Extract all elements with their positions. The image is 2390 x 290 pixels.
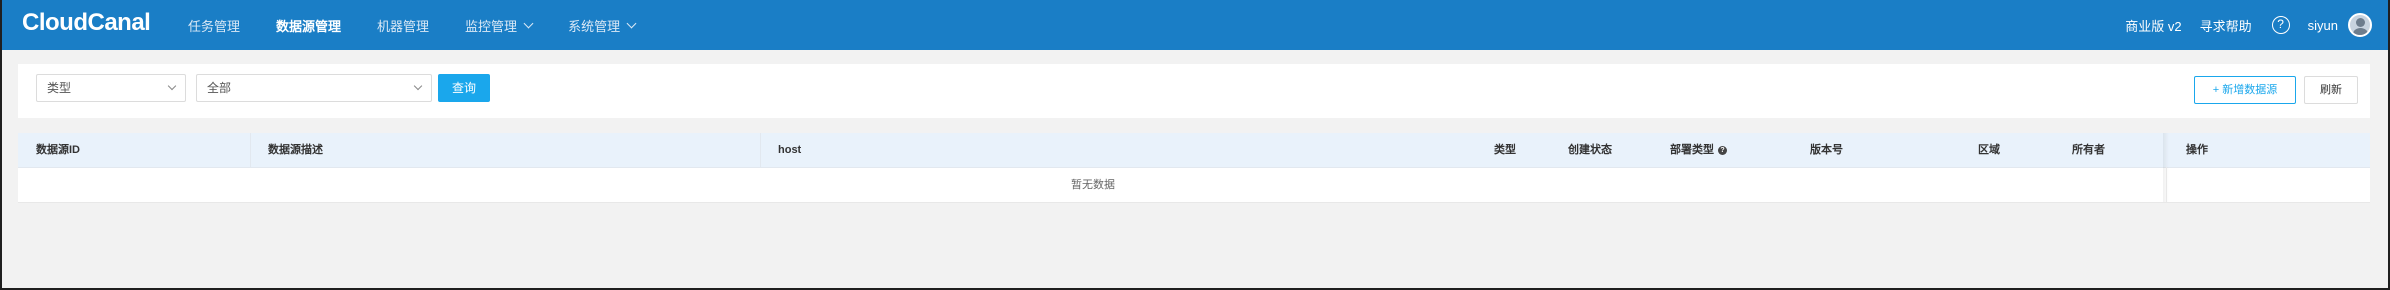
cloudcanal-logo[interactable]: CloudCanal bbox=[22, 9, 151, 37]
question-circle-icon[interactable]: ? bbox=[2271, 16, 2290, 34]
edition-label: 商业版 v2 bbox=[2125, 18, 2182, 34]
nav-label: 监控管理 bbox=[465, 18, 518, 34]
nav-label: 机器管理 bbox=[377, 18, 430, 34]
empty-state: 暂无数据 bbox=[1071, 179, 1115, 191]
col-deploy-type-label: 部署类型 bbox=[1670, 144, 1714, 156]
avatar[interactable] bbox=[2348, 13, 2372, 37]
chevron-down-icon bbox=[626, 18, 637, 28]
top-navbar: CloudCanal 任务管理 数据源管理 机器管理 监控管理 系统管理 商业版… bbox=[0, 0, 2390, 50]
col-version[interactable]: 版本号 bbox=[1810, 133, 1843, 167]
scope-select-value: 全部 bbox=[207, 81, 232, 95]
type-select[interactable]: 类型 bbox=[36, 74, 186, 102]
type-select-value: 类型 bbox=[47, 81, 72, 95]
operation-column-cell bbox=[2166, 167, 2371, 203]
col-datasource-desc[interactable]: 数据源描述 bbox=[268, 133, 323, 167]
chevron-down-icon bbox=[413, 81, 423, 91]
column-divider[interactable] bbox=[250, 133, 251, 167]
datasource-table: 数据源ID 数据源描述 host 类型 创建状态 部署类型? 版本号 区域 所有… bbox=[18, 133, 2370, 203]
main-nav: 任务管理 数据源管理 机器管理 监控管理 系统管理 bbox=[188, 0, 671, 50]
help-link[interactable]: 寻求帮助 bbox=[2200, 16, 2252, 35]
chevron-down-icon bbox=[523, 18, 534, 28]
nav-label: 任务管理 bbox=[188, 18, 241, 34]
col-owner[interactable]: 所有者 bbox=[2072, 133, 2105, 167]
scope-select[interactable]: 全部 bbox=[196, 74, 432, 102]
column-divider[interactable] bbox=[760, 133, 761, 167]
nav-datasource-management[interactable]: 数据源管理 bbox=[276, 16, 341, 35]
table-header: 数据源ID 数据源描述 host 类型 创建状态 部署类型? 版本号 区域 所有… bbox=[18, 133, 2370, 168]
username[interactable]: siyun bbox=[2308, 18, 2338, 33]
col-create-status[interactable]: 创建状态 bbox=[1568, 133, 1612, 167]
table-bottom-border bbox=[18, 202, 2370, 203]
col-region[interactable]: 区域 bbox=[1978, 133, 2000, 167]
nav-label: 系统管理 bbox=[568, 18, 621, 34]
nav-system-management[interactable]: 系统管理 bbox=[568, 16, 637, 35]
add-datasource-button[interactable]: + 新增数据源 bbox=[2194, 76, 2296, 104]
col-deploy-type[interactable]: 部署类型? bbox=[1670, 133, 1727, 167]
chevron-down-icon bbox=[167, 81, 177, 91]
question-circle-icon[interactable]: ? bbox=[1718, 145, 1727, 155]
col-operation: 操作 bbox=[2186, 144, 2208, 156]
query-button[interactable]: 查询 bbox=[438, 74, 490, 102]
nav-monitor-management[interactable]: 监控管理 bbox=[465, 16, 534, 35]
col-host[interactable]: host bbox=[778, 133, 801, 167]
nav-machine-management[interactable]: 机器管理 bbox=[377, 16, 429, 35]
nav-task-management[interactable]: 任务管理 bbox=[188, 16, 240, 35]
header-right: 商业版 v2 寻求帮助 ? siyun bbox=[2107, 0, 2372, 50]
refresh-button[interactable]: 刷新 bbox=[2304, 76, 2358, 104]
filter-panel: 类型 全部 查询 + 新增数据源 刷新 bbox=[18, 64, 2370, 118]
col-datasource-id[interactable]: 数据源ID bbox=[36, 133, 80, 167]
col-type[interactable]: 类型 bbox=[1494, 133, 1516, 167]
nav-label: 数据源管理 bbox=[276, 18, 342, 34]
